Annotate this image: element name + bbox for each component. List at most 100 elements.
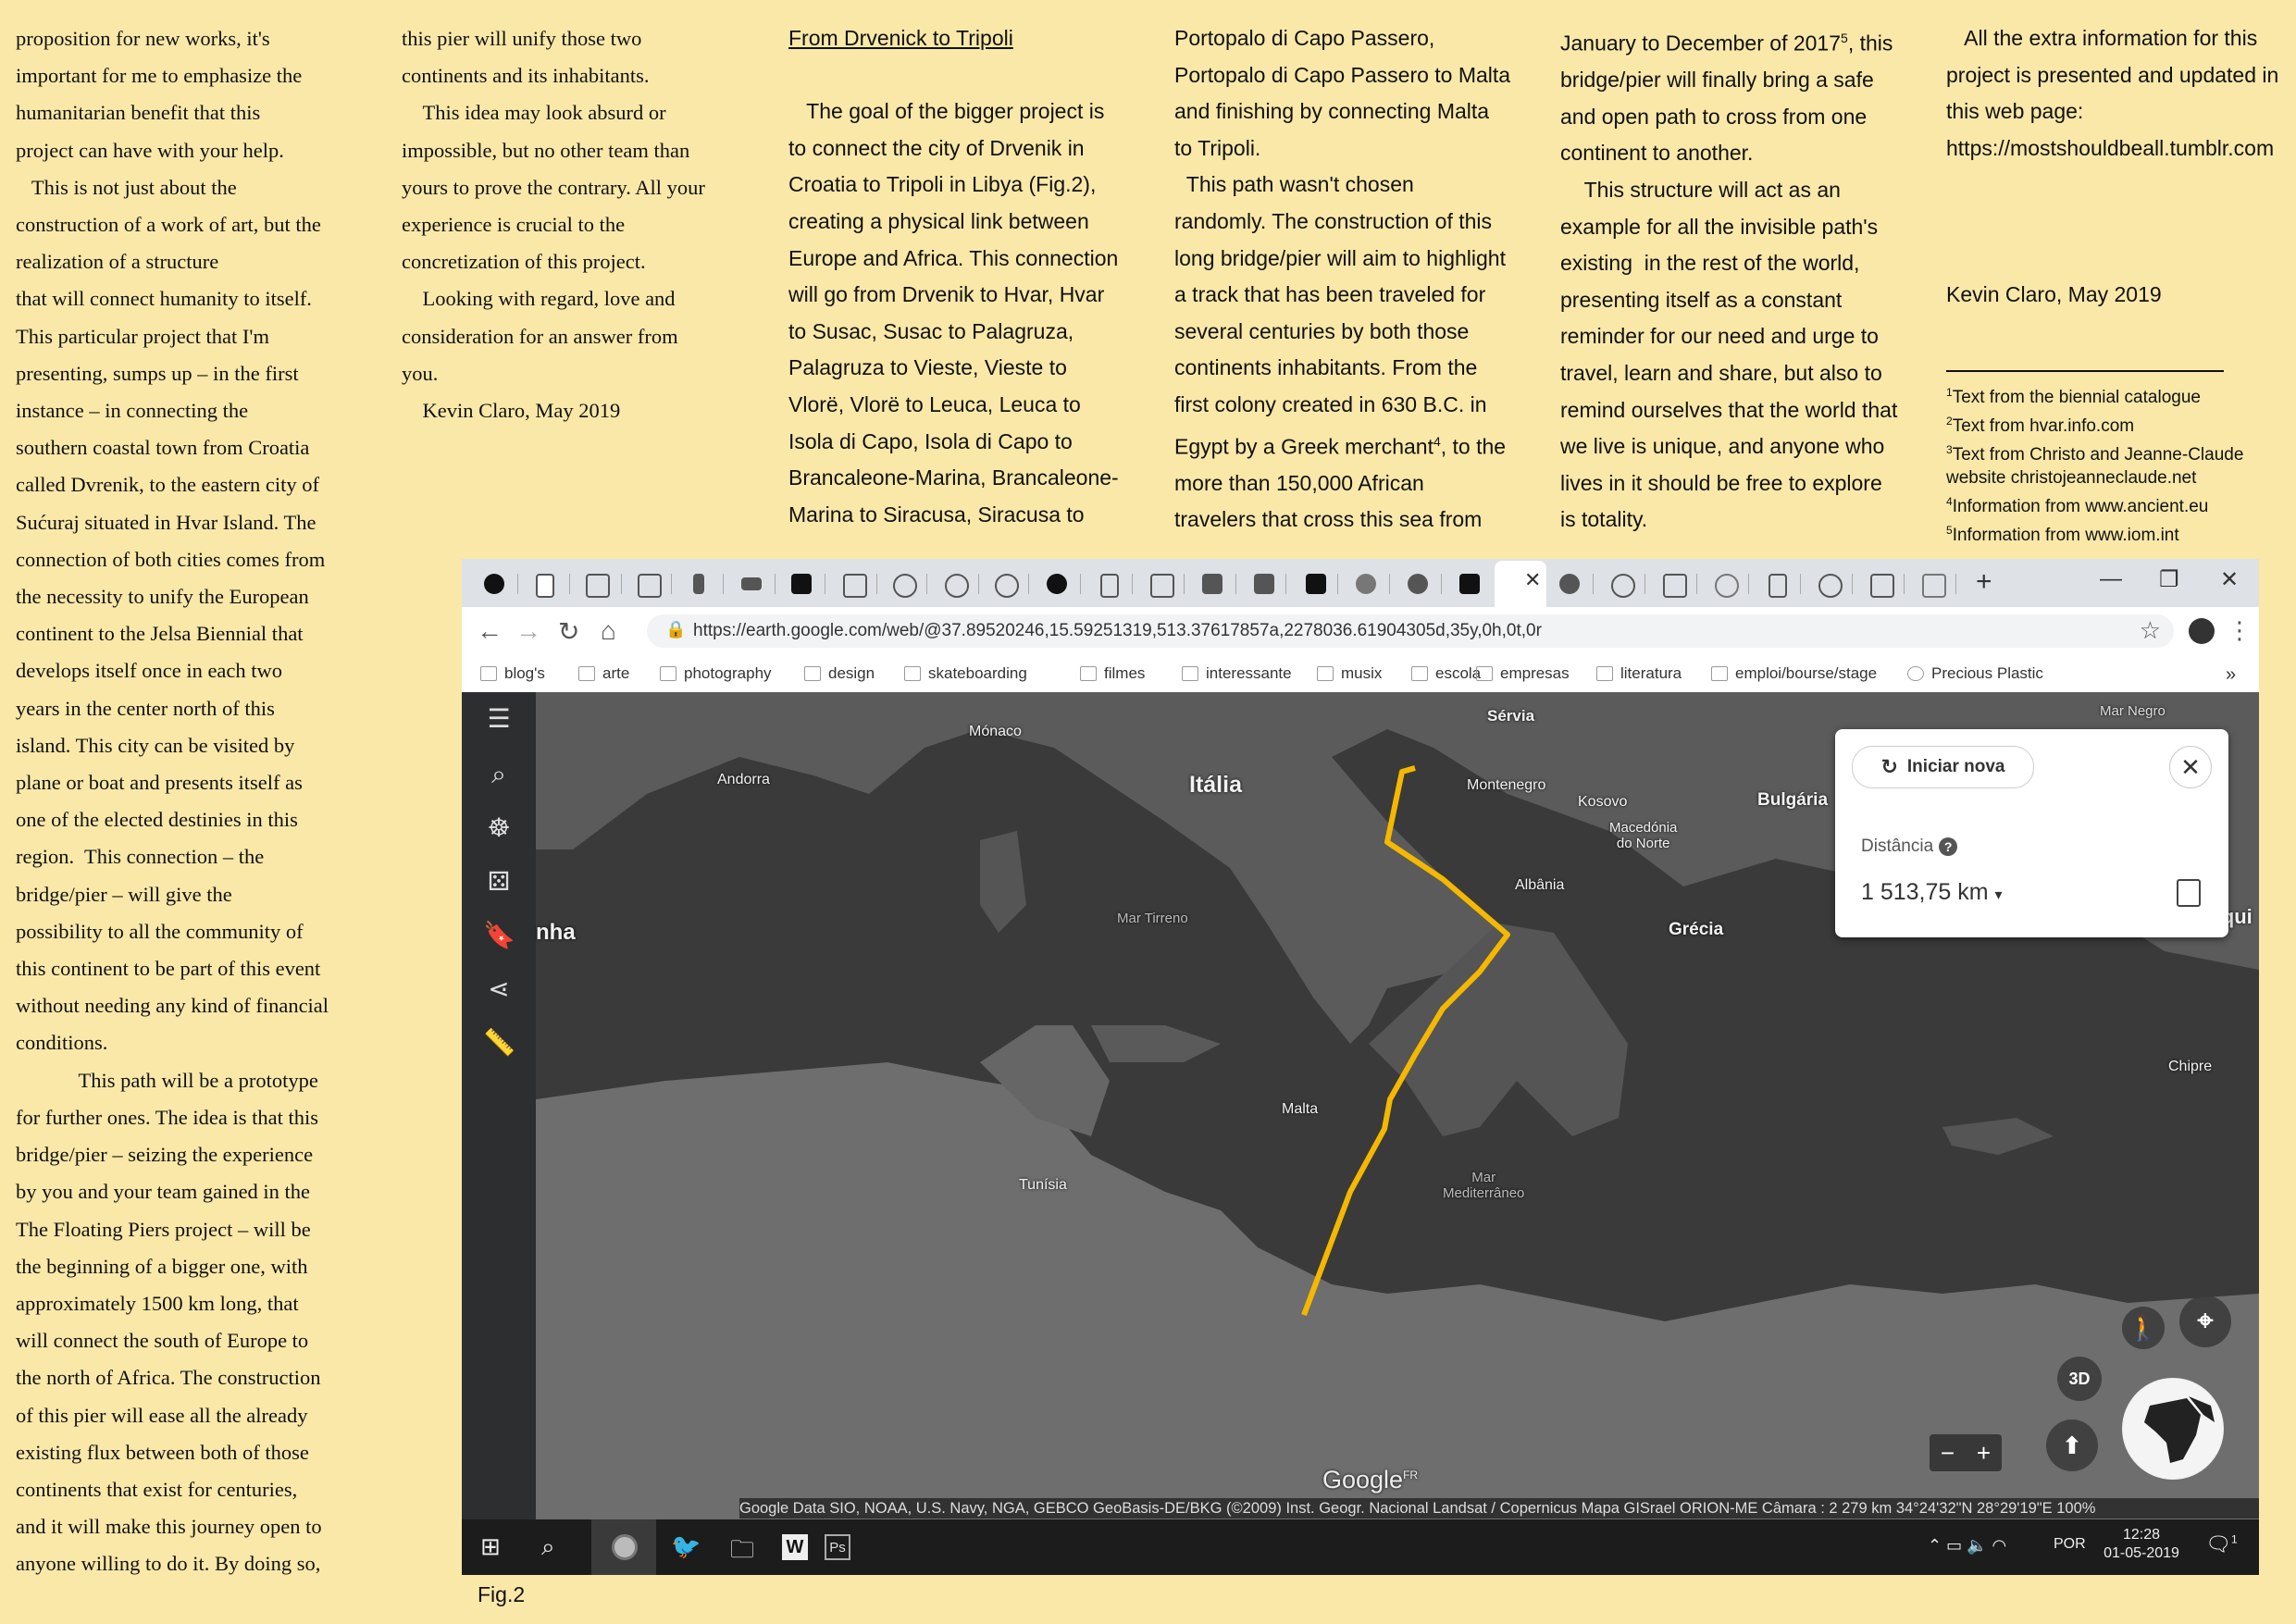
clock[interactable]: 12:28 01-05-2019	[2100, 1527, 2183, 1562]
tab-a-icon[interactable]	[843, 574, 867, 598]
bookmark-item[interactable]: arte	[578, 664, 629, 683]
folder-icon	[1596, 666, 1613, 681]
notifications-icon[interactable]: 🗨1	[2205, 1532, 2238, 1556]
bookmark-item[interactable]: empresas	[1476, 664, 1570, 683]
pegman-button[interactable]: 🚶	[2122, 1307, 2165, 1349]
close-window-button[interactable]: ✕	[2220, 566, 2239, 593]
input-language[interactable]: POR	[2054, 1536, 2086, 1553]
tab-document-icon[interactable]	[1100, 574, 1119, 598]
bookmark-item[interactable]: filmes	[1080, 664, 1145, 683]
my-location-button[interactable]: ⌖	[2179, 1295, 2231, 1347]
folder-icon	[1476, 666, 1493, 681]
tab-google-icon[interactable]	[1818, 574, 1843, 598]
tab-pdf-icon[interactable]	[1202, 574, 1222, 594]
url-field[interactable]: 🔒 https://earth.google.com/web/@37.89520…	[647, 614, 2174, 648]
tab-w-icon[interactable]	[1459, 574, 1480, 594]
bookmark-item[interactable]: photography	[660, 664, 772, 683]
bookmark-item[interactable]: musix	[1317, 664, 1382, 683]
tab-google-icon[interactable]	[893, 574, 917, 598]
bookmark-item[interactable]: escola	[1411, 664, 1481, 683]
tab-wordpress-icon[interactable]	[1715, 574, 1739, 598]
tab-google-icon[interactable]	[995, 574, 1019, 598]
back-icon[interactable]: ←	[477, 616, 503, 646]
bookmark-item[interactable]: blog's	[480, 664, 545, 683]
search-icon[interactable]: ⌕	[541, 1532, 555, 1562]
maximize-button[interactable]: ❐	[2159, 566, 2179, 593]
star-icon[interactable]: ☆	[2140, 616, 2161, 645]
tab-text-icon[interactable]	[586, 574, 610, 598]
file-explorer-icon[interactable]: 🗀	[730, 1532, 754, 1573]
tab-google-icon[interactable]	[945, 574, 969, 598]
measure-icon[interactable]: 📏	[483, 1027, 515, 1059]
tab-image-icon[interactable]	[1870, 574, 1894, 598]
distance-label: Distância?	[1861, 837, 1958, 857]
zoom-out-icon: −	[1940, 1438, 1955, 1467]
bookmarks-overflow-button[interactable]: »	[2226, 664, 2236, 686]
tab-camera-icon[interactable]	[1254, 574, 1274, 594]
close-panel-button[interactable]: ✕	[2169, 746, 2212, 788]
map-label: Mar Mediterrâneo	[1443, 1170, 1525, 1201]
map-label: Itália	[1189, 772, 1242, 798]
tab-close-icon[interactable]: ✕	[1524, 568, 1541, 592]
bookmark-item[interactable]: skateboarding	[904, 664, 1027, 683]
tab-circle-icon[interactable]	[1047, 574, 1067, 594]
tray-icons[interactable]: ⌃ ▭ 🔈 ◠	[1928, 1536, 2006, 1556]
map-label: Kosovo	[1578, 794, 1628, 810]
menu-kebab-icon[interactable]: ⋮	[2228, 616, 2252, 645]
footnote-1: 1Text from the biennial catalogue	[1946, 386, 2201, 407]
3d-toggle-button[interactable]: 3D	[2057, 1357, 2102, 1401]
footnote-5: 5Information from www.iom.int	[1946, 523, 2179, 545]
search-icon[interactable]: ⌕	[483, 759, 515, 790]
bookmark-item[interactable]: interessante	[1182, 664, 1292, 683]
tab-chart-icon[interactable]	[1356, 574, 1376, 594]
distance-value[interactable]: 1 513,75 km ▾	[1861, 879, 2003, 906]
tab-translate-icon[interactable]	[1922, 574, 1946, 598]
avatar[interactable]	[2189, 618, 2215, 644]
tab-document-icon[interactable]	[536, 574, 554, 598]
word-icon[interactable]: W	[782, 1534, 808, 1560]
map-label: Tunísia	[1019, 1177, 1067, 1193]
map-label: Andorra	[717, 772, 770, 787]
tab-image-icon[interactable]	[1150, 574, 1174, 598]
new-tab-button[interactable]: +	[1976, 566, 1992, 598]
reload-icon[interactable]: ↻	[558, 616, 579, 647]
tab-www-icon[interactable]	[791, 574, 812, 594]
chrome-icon	[612, 1534, 638, 1560]
tab-document-icon[interactable]	[1769, 574, 1787, 598]
tab-blogger-icon[interactable]	[638, 574, 662, 598]
figure-caption: Fig.2	[478, 1582, 526, 1606]
tab-v-icon[interactable]	[1306, 574, 1326, 594]
help-icon[interactable]: ?	[1939, 837, 1958, 856]
copy-icon[interactable]	[2177, 879, 2201, 907]
bookmark-item[interactable]: Precious Plastic	[1907, 664, 2043, 683]
chevron-down-icon: ▾	[1994, 887, 2003, 903]
tab-sun-icon[interactable]	[1611, 574, 1635, 598]
tab-favicon-icon[interactable]	[484, 574, 504, 594]
tab-globe-icon[interactable]	[1559, 574, 1580, 594]
address-bar-row: ← → ↻ ⌂ 🔒 https://earth.google.com/web/@…	[462, 607, 2259, 656]
forward-icon[interactable]: →	[515, 616, 541, 646]
zoom-controls[interactable]: − +	[1930, 1434, 2002, 1471]
tab-wikipedia-icon[interactable]	[1663, 574, 1687, 598]
app-icon[interactable]: 🐦	[671, 1532, 701, 1561]
bookmark-item[interactable]: emploi/bourse/stage	[1711, 664, 1877, 683]
tab-youtube-icon[interactable]	[741, 577, 762, 590]
footnote-3: 3Text from Christo and Jeanne-Claude web…	[1946, 442, 2244, 489]
windows-start-icon[interactable]: ⊞	[480, 1532, 501, 1561]
tab-phone-icon[interactable]	[693, 574, 704, 594]
menu-icon[interactable]: ☰	[483, 703, 515, 735]
new-measure-button[interactable]: ↻ Iniciar nova	[1852, 746, 2034, 788]
photoshop-icon[interactable]: Ps	[825, 1534, 850, 1560]
voyager-icon[interactable]: ☸	[483, 812, 515, 844]
bookmark-item[interactable]: literatura	[1596, 664, 1682, 683]
home-icon[interactable]: ⌂	[601, 616, 616, 646]
bookmark-icon[interactable]: 🔖	[483, 920, 515, 951]
share-icon[interactable]: ⋖	[483, 973, 515, 1005]
compass-button[interactable]: ⬆	[2046, 1419, 2098, 1471]
bookmark-item[interactable]: design	[804, 664, 875, 683]
map-label: Mar Negro	[2100, 703, 2166, 719]
tab-circle-icon[interactable]	[1408, 574, 1428, 594]
feeling-lucky-icon[interactable]: ⚄	[483, 866, 515, 898]
globe-icon[interactable]	[2122, 1378, 2224, 1480]
minimize-button[interactable]: —	[2100, 566, 2122, 592]
